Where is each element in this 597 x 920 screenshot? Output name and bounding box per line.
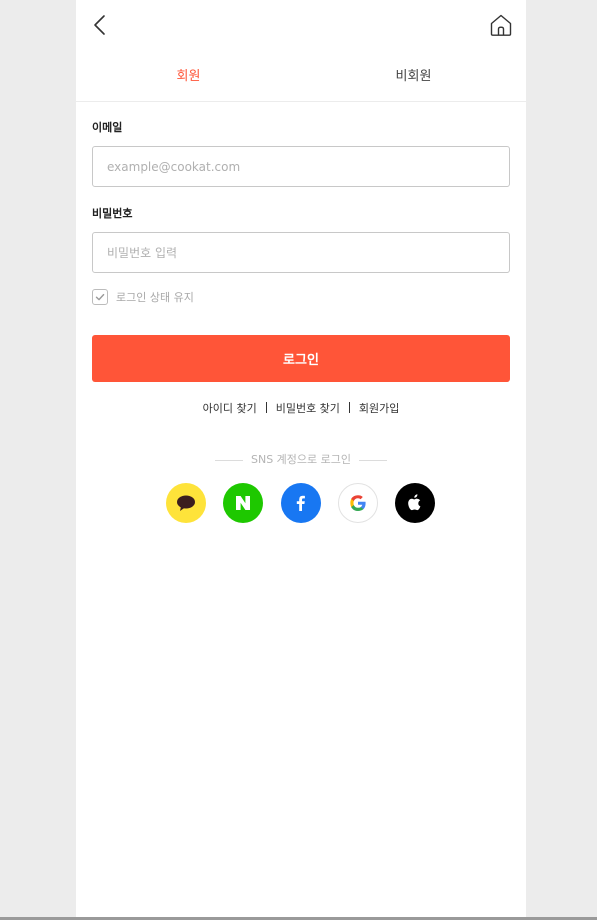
find-password-link[interactable]: 비밀번호 찾기 (276, 402, 340, 415)
email-field[interactable] (92, 146, 510, 187)
tab-guest[interactable]: 비회원 (315, 52, 512, 102)
password-label: 비밀번호 (92, 207, 133, 220)
sns-login-buttons (166, 483, 436, 523)
divider-line (214, 459, 243, 461)
checkbox[interactable] (92, 289, 108, 305)
chevron-left-icon (94, 15, 105, 35)
check-icon (95, 293, 105, 301)
naver-icon (236, 496, 250, 510)
signup-link[interactable]: 회원가입 (359, 402, 399, 415)
google-login-button[interactable] (338, 483, 378, 523)
naver-login-button[interactable] (223, 483, 263, 523)
email-label: 이메일 (92, 121, 123, 134)
sns-title: SNS 계정으로 로그인 (76, 451, 526, 467)
apple-icon (408, 494, 421, 511)
sns-title-text: SNS 계정으로 로그인 (250, 453, 352, 466)
link-divider (265, 402, 267, 413)
facebook-login-button[interactable] (281, 483, 321, 523)
kakao-icon (177, 495, 195, 511)
keep-login-label: 로그인 상태 유지 (116, 291, 194, 304)
google-icon (350, 495, 366, 511)
tab-member[interactable]: 회원 (90, 52, 287, 102)
apple-login-button[interactable] (395, 483, 435, 523)
login-screen: 회원 비회원 이메일 비밀번호 로그인 상태 유지 로그인 아이디 찾기 비밀번호… (76, 0, 526, 920)
password-field[interactable] (92, 232, 510, 273)
divider-line (359, 459, 388, 461)
facebook-icon (296, 495, 305, 511)
home-icon (490, 14, 512, 36)
top-bar (76, 0, 526, 52)
find-id-link[interactable]: 아이디 찾기 (203, 402, 257, 415)
login-tabs: 회원 비회원 (90, 52, 512, 102)
account-links: 아이디 찾기 비밀번호 찾기 회원가입 (76, 400, 526, 416)
login-button[interactable]: 로그인 (92, 335, 510, 382)
keep-login-checkbox[interactable]: 로그인 상태 유지 (92, 288, 194, 306)
tabs-divider (76, 101, 526, 102)
kakao-login-button[interactable] (166, 483, 206, 523)
link-divider (348, 402, 350, 413)
back-button[interactable] (88, 12, 114, 38)
home-button[interactable] (488, 12, 514, 38)
